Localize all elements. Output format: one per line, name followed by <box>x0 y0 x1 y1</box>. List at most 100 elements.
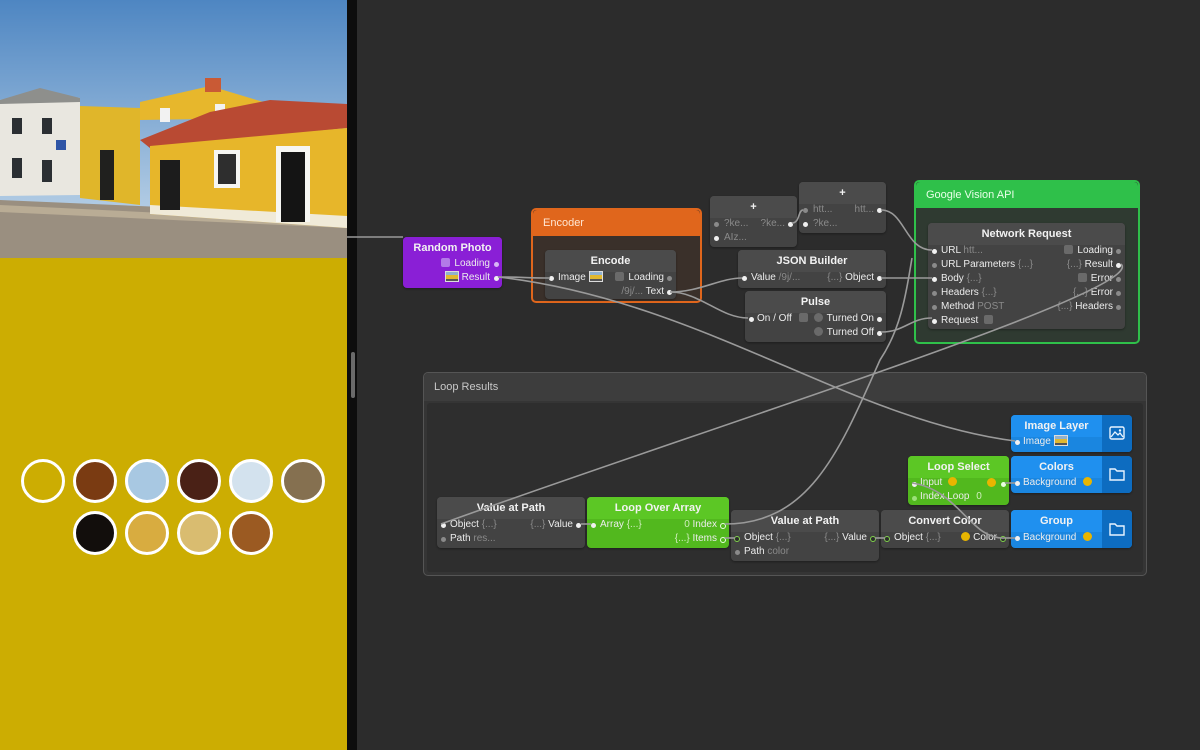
input-port-dot[interactable] <box>803 208 808 213</box>
index-loop-value: 0 <box>976 491 982 502</box>
node-value-at-path-1[interactable]: Value at Path Object {...} {...} Value P… <box>437 497 585 548</box>
port-label-path: Path <box>450 533 471 544</box>
color-swatch-icon <box>1083 477 1093 486</box>
object-value: {...} <box>775 532 791 543</box>
port-label-loading: Loading <box>1077 245 1113 256</box>
output-port-dot[interactable] <box>877 317 882 322</box>
input-port-dot[interactable] <box>912 496 917 501</box>
node-random-photo[interactable]: Random Photo Loading Result <box>403 237 502 288</box>
headers-value: {...} <box>981 287 997 298</box>
output-port-dot[interactable] <box>667 276 672 281</box>
node-plus-1[interactable]: + ?ke... ?ke... AIz... <box>710 196 797 247</box>
output-port-dot[interactable] <box>1001 482 1006 487</box>
input-port-dot[interactable] <box>1015 536 1020 541</box>
group-title: Google Vision API <box>916 182 1138 208</box>
output-port-dot[interactable] <box>1116 277 1121 282</box>
layer-type-icon[interactable] <box>1102 415 1132 452</box>
color-swatch-icon <box>987 478 996 487</box>
loading-checkbox[interactable] <box>1064 245 1074 254</box>
node-colors[interactable]: Colors Background <box>1011 456 1132 493</box>
folder-icon <box>1109 523 1125 536</box>
input-port-dot[interactable] <box>714 222 719 227</box>
input-port-dot[interactable] <box>441 537 446 542</box>
output-port-dot[interactable] <box>877 208 882 213</box>
port-label-error-message: Error <box>1090 287 1113 298</box>
node-title: Pulse <box>745 291 886 313</box>
output-port-dot[interactable] <box>720 537 726 543</box>
input-port-dot[interactable] <box>591 523 596 528</box>
node-pulse[interactable]: Pulse On / Off Turned On Turned Off <box>745 291 886 342</box>
output-port-dot[interactable] <box>1116 249 1121 254</box>
node-title: Image Layer <box>1011 415 1102 437</box>
layer-type-icon[interactable] <box>1102 456 1132 493</box>
layer-type-icon[interactable] <box>1102 510 1132 548</box>
divider-drag-handle[interactable] <box>351 352 355 398</box>
output-port-dot[interactable] <box>667 290 672 295</box>
input-port-dot[interactable] <box>932 319 937 324</box>
node-title: Network Request <box>928 223 1125 245</box>
input-port-dot[interactable] <box>1015 481 1020 486</box>
loading-checkbox[interactable] <box>441 258 451 267</box>
error-checkbox[interactable] <box>1077 273 1087 282</box>
input-port-dot[interactable] <box>932 291 937 296</box>
index-value: 0 <box>684 519 690 530</box>
input-port-dot[interactable] <box>742 276 747 281</box>
input-port-dot[interactable] <box>803 222 808 227</box>
value-value: /9j/... <box>778 272 801 283</box>
output-port-dot[interactable] <box>788 222 793 227</box>
node-loop-select[interactable]: Loop Select Input Index Loop 0 <box>908 456 1009 505</box>
items-value: {...} <box>674 533 690 544</box>
input-port-dot[interactable] <box>884 536 890 542</box>
input-port-dot[interactable] <box>734 536 740 542</box>
output-port-dot[interactable] <box>494 262 499 267</box>
port-label-url: URL <box>941 245 961 256</box>
output-port-dot[interactable] <box>1116 263 1121 268</box>
node-plus-2[interactable]: + htt... htt... ?ke... <box>799 182 886 233</box>
node-json-builder[interactable]: JSON Builder Value /9j/... {...} Object <box>738 250 886 288</box>
input-port-dot[interactable] <box>549 276 554 281</box>
output-port-dot[interactable] <box>1116 305 1121 310</box>
port-label-value: Value <box>842 532 867 543</box>
input-port-dot[interactable] <box>735 550 740 555</box>
input-port-dot[interactable] <box>932 263 937 268</box>
node-network-request[interactable]: Network Request URL htt... Loading URL P… <box>928 223 1125 329</box>
node-image-layer[interactable]: Image Layer Image <box>1011 415 1132 452</box>
output-port-dot[interactable] <box>877 276 882 281</box>
node-title: Colors <box>1011 456 1102 478</box>
node-loop-over-array[interactable]: Loop Over Array Array {...} 0 Index {...… <box>587 497 729 548</box>
output-port-dot[interactable] <box>877 331 882 336</box>
port-label-object: Object <box>894 532 923 543</box>
onoff-checkbox[interactable] <box>798 313 808 322</box>
input-port-dot[interactable] <box>912 482 917 487</box>
port-label-image: Image <box>1023 436 1051 447</box>
output-port-dot[interactable] <box>1000 536 1006 542</box>
node-convert-color[interactable]: Convert Color Object {...} Color <box>881 510 1009 548</box>
input-port-dot[interactable] <box>714 236 719 241</box>
headers-out-value: {...} <box>1057 301 1073 312</box>
request-pulse-icon[interactable] <box>984 315 994 324</box>
group-title: Loop Results <box>424 373 1146 401</box>
port-label-method: Method <box>941 301 975 312</box>
input-port-dot[interactable] <box>1015 440 1020 445</box>
input-port-dot[interactable] <box>932 305 937 310</box>
output-port-dot[interactable] <box>494 276 499 281</box>
node-encode[interactable]: Encode Image Loading /9j/... Text <box>545 250 676 299</box>
output-port-dot[interactable] <box>576 523 581 528</box>
output-port-dot[interactable] <box>1116 291 1121 296</box>
output-port-dot[interactable] <box>870 536 876 542</box>
node-group[interactable]: Group Background <box>1011 510 1132 548</box>
color-swatch-icon <box>961 532 971 541</box>
input-port-dot[interactable] <box>932 277 937 282</box>
input-port-dot[interactable] <box>932 249 937 254</box>
loading-checkbox[interactable] <box>615 272 625 281</box>
palette-swatch <box>177 459 221 503</box>
input-value: htt... <box>813 204 833 215</box>
input-port-dot[interactable] <box>749 317 754 322</box>
node-value-at-path-2[interactable]: Value at Path Object {...} {...} Value P… <box>731 510 879 561</box>
port-label-color: Color <box>973 532 997 543</box>
output-port-dot[interactable] <box>720 523 726 529</box>
node-title: Random Photo <box>403 237 502 259</box>
node-title: Loop Over Array <box>587 497 729 519</box>
input-port-dot[interactable] <box>441 523 446 528</box>
input-value: ?ke... <box>724 218 749 229</box>
